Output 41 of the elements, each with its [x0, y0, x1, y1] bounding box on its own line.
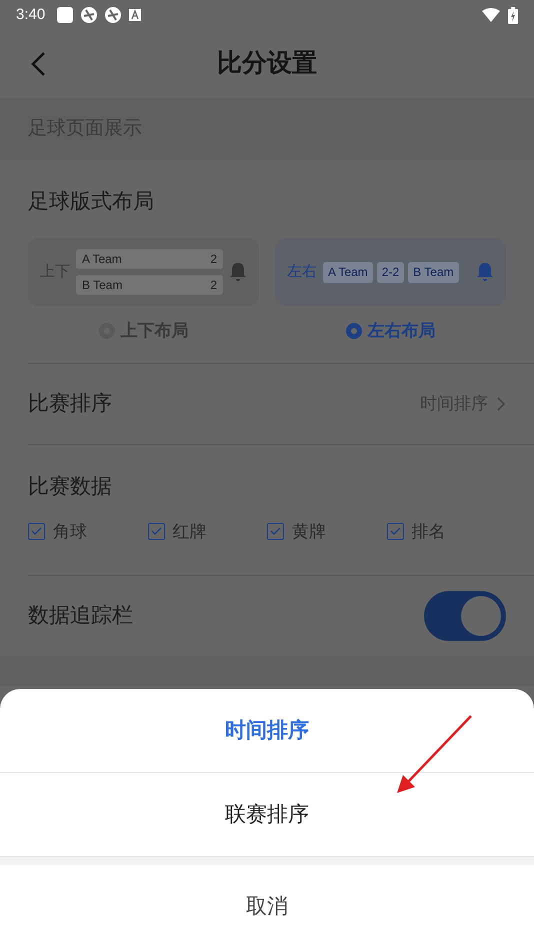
- team-name: A Team: [82, 253, 122, 265]
- bell-icon: [476, 262, 494, 282]
- checkbox-option[interactable]: 红牌: [148, 518, 267, 544]
- aperture-icon: [105, 7, 122, 23]
- check-icon: [390, 526, 400, 536]
- status-time: 3:40: [16, 4, 46, 25]
- score-chip: 2-2: [376, 262, 404, 282]
- checkbox[interactable]: [386, 522, 404, 540]
- aperture-icon: [81, 7, 98, 23]
- layout-radio[interactable]: 左右布局: [346, 318, 436, 344]
- team-name: B Team: [82, 279, 122, 291]
- score-chip: A Team: [323, 262, 373, 282]
- checkbox[interactable]: [28, 522, 45, 540]
- page-title: 比分设置: [217, 48, 317, 80]
- layout-tag: 左右: [287, 260, 317, 284]
- notification-square-icon: [57, 7, 74, 23]
- setting-label: 比赛数据: [28, 474, 113, 500]
- checkbox-option[interactable]: 黄牌: [267, 518, 386, 544]
- bell-icon: [229, 262, 247, 282]
- setting-label: 足球版式布局: [28, 189, 155, 215]
- battery-charging-icon: [508, 6, 518, 24]
- team-score: 2: [210, 279, 217, 291]
- layout-preview-card[interactable]: 左右 A Team 2-2 B Team: [275, 238, 506, 306]
- check-icon: [31, 526, 42, 536]
- keyboard-a-icon: [129, 9, 142, 21]
- check-icon: [270, 526, 281, 536]
- checkbox-option[interactable]: 角球: [28, 518, 148, 544]
- check-icon: [150, 526, 162, 536]
- cancel-button[interactable]: 取消: [0, 865, 534, 949]
- sheet-option[interactable]: 时间排序: [0, 689, 534, 773]
- wifi-icon: [482, 8, 500, 22]
- checkbox[interactable]: [148, 522, 164, 540]
- setting-label: 比赛排序: [28, 390, 112, 417]
- setting-label: 数据追踪栏: [28, 602, 133, 629]
- checkbox[interactable]: [267, 522, 284, 540]
- back-icon[interactable]: [30, 51, 46, 77]
- checkbox-option[interactable]: 排名: [386, 518, 506, 544]
- toggle-switch[interactable]: [424, 590, 506, 640]
- chevron-right-icon: [496, 396, 506, 412]
- team-score: 2: [210, 253, 217, 265]
- score-chip: B Team: [408, 262, 459, 282]
